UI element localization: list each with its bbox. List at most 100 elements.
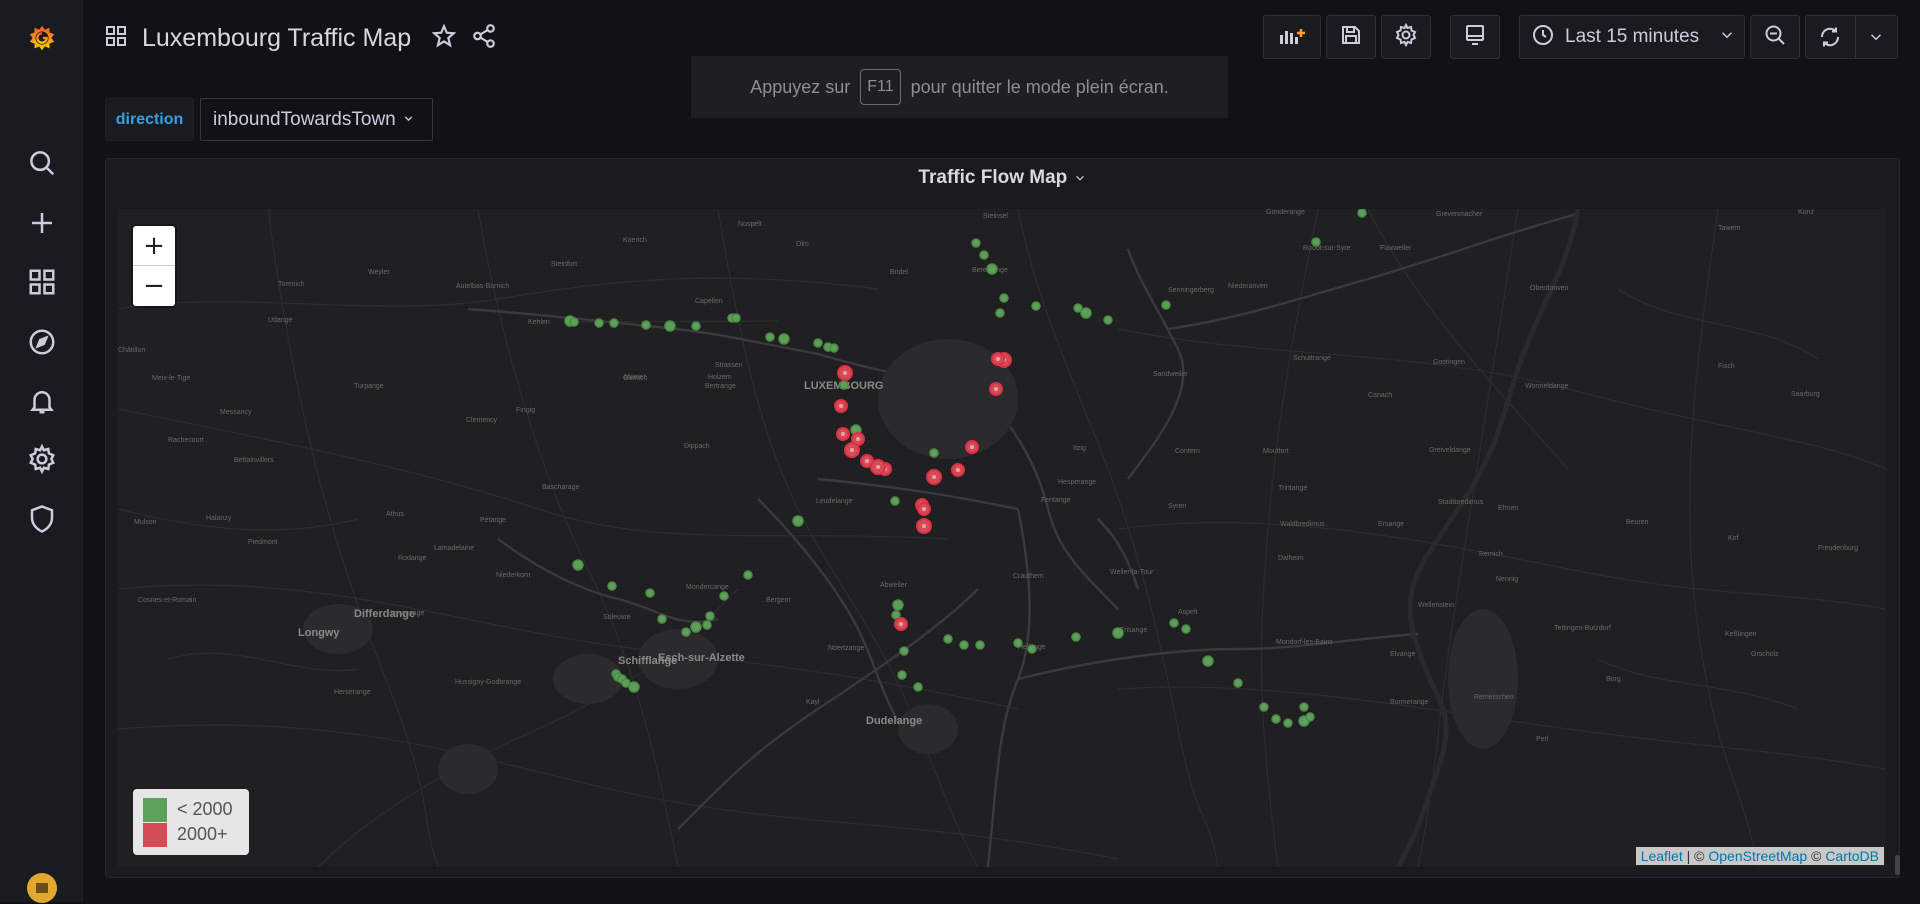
traffic-marker-low[interactable]: [959, 640, 969, 650]
traffic-marker-low[interactable]: [705, 611, 715, 621]
zoom-out-button[interactable]: −: [133, 266, 175, 306]
add-panel-button[interactable]: [1263, 15, 1321, 59]
time-picker-button[interactable]: Last 15 minutes: [1519, 15, 1745, 59]
traffic-marker-low[interactable]: [1259, 702, 1269, 712]
traffic-marker-low[interactable]: [943, 634, 953, 644]
star-icon[interactable]: [431, 23, 457, 54]
share-icon[interactable]: [471, 23, 497, 54]
traffic-marker-low[interactable]: [813, 338, 823, 348]
traffic-marker-low[interactable]: [1080, 307, 1092, 319]
traffic-map[interactable]: LUXEMBOURG Differdange Esch-sur-Alzette …: [118, 209, 1886, 867]
traffic-marker-low[interactable]: [778, 333, 790, 345]
grafana-logo-icon[interactable]: [0, 12, 83, 64]
traffic-marker-low[interactable]: [929, 448, 939, 458]
traffic-marker-high-core: [970, 445, 974, 449]
openstreetmap-link[interactable]: OpenStreetMap: [1708, 848, 1807, 864]
traffic-marker-low[interactable]: [995, 308, 1005, 318]
panel-title[interactable]: Traffic Flow Map: [106, 167, 1899, 189]
avatar[interactable]: [0, 872, 83, 903]
traffic-marker-low[interactable]: [609, 318, 619, 328]
traffic-marker-low[interactable]: [641, 320, 651, 330]
fullscreen-hint-prefix: Appuyez sur: [750, 76, 851, 97]
traffic-marker-low[interactable]: [1071, 632, 1081, 642]
traffic-marker-low[interactable]: [829, 343, 839, 353]
traffic-marker-low[interactable]: [890, 496, 900, 506]
traffic-marker-low[interactable]: [1103, 315, 1113, 325]
traffic-marker-low[interactable]: [743, 570, 753, 580]
traffic-marker-low[interactable]: [1181, 624, 1191, 634]
traffic-marker-low[interactable]: [569, 317, 579, 327]
traffic-marker-low[interactable]: [979, 250, 989, 260]
cycle-view-mode-button[interactable]: [1450, 15, 1500, 59]
traffic-marker-low[interactable]: [999, 293, 1009, 303]
search-icon[interactable]: [0, 137, 83, 189]
traffic-marker-low[interactable]: [1283, 718, 1293, 728]
chevron-down-icon[interactable]: [1856, 28, 1897, 46]
traffic-marker-low[interactable]: [1311, 237, 1321, 247]
traffic-marker-low[interactable]: [645, 588, 655, 598]
scrollbar[interactable]: [1895, 855, 1900, 875]
traffic-marker-high-core: [956, 468, 960, 472]
traffic-marker-low[interactable]: [1161, 300, 1171, 310]
traffic-marker-low[interactable]: [1271, 714, 1281, 724]
traffic-marker-low[interactable]: [691, 321, 701, 331]
traffic-marker-low[interactable]: [913, 682, 923, 692]
traffic-marker-low[interactable]: [792, 515, 804, 527]
page-title[interactable]: Luxembourg Traffic Map: [142, 24, 411, 53]
traffic-marker-low[interactable]: [1233, 678, 1243, 688]
traffic-marker-low[interactable]: [897, 670, 907, 680]
traffic-marker-low[interactable]: [1305, 712, 1315, 722]
cartodb-link[interactable]: CartoDB: [1825, 848, 1879, 864]
traffic-marker-high-core: [899, 622, 903, 626]
zoom-in-button[interactable]: +: [133, 226, 175, 266]
traffic-marker-low[interactable]: [1112, 627, 1124, 639]
traffic-marker-low[interactable]: [975, 640, 985, 650]
traffic-marker-low[interactable]: [628, 681, 640, 693]
traffic-marker-low[interactable]: [1031, 301, 1041, 311]
traffic-marker-low[interactable]: [690, 621, 702, 633]
traffic-marker-low[interactable]: [1027, 644, 1037, 654]
traffic-marker-low[interactable]: [572, 559, 584, 571]
zoom-out-time-button[interactable]: [1750, 15, 1800, 59]
traffic-marker-low[interactable]: [607, 581, 617, 591]
fullscreen-hint: Appuyez sur F11 pour quitter le mode ple…: [691, 56, 1228, 118]
traffic-marker-low[interactable]: [594, 318, 604, 328]
time-range-label: Last 15 minutes: [1565, 26, 1700, 47]
traffic-marker-low[interactable]: [664, 320, 676, 332]
traffic-marker-high-core: [865, 459, 869, 463]
traffic-marker-low[interactable]: [839, 380, 849, 390]
shield-icon[interactable]: [0, 493, 83, 545]
traffic-marker-low[interactable]: [892, 599, 904, 611]
traffic-marker-low[interactable]: [1299, 702, 1309, 712]
traffic-marker-low[interactable]: [657, 614, 667, 624]
traffic-marker-low[interactable]: [1169, 618, 1179, 628]
traffic-marker-low[interactable]: [702, 620, 712, 630]
fullscreen-hint-suffix: pour quitter le mode plein écran.: [910, 76, 1169, 97]
leaflet-link[interactable]: Leaflet: [1641, 848, 1683, 864]
traffic-marker-low[interactable]: [765, 332, 775, 342]
variable-value: inboundTowardsTown: [213, 108, 396, 130]
dashboards-icon[interactable]: [0, 256, 83, 308]
bell-icon[interactable]: [0, 375, 83, 427]
refresh-button[interactable]: [1805, 15, 1898, 59]
traffic-marker-low[interactable]: [1013, 638, 1023, 648]
dashboards-icon[interactable]: [104, 24, 128, 53]
settings-button[interactable]: [1381, 15, 1431, 59]
traffic-marker-high-core: [841, 432, 845, 436]
traffic-marker-low[interactable]: [681, 627, 691, 637]
traffic-marker-low[interactable]: [719, 591, 729, 601]
explore-icon[interactable]: [0, 316, 83, 368]
traffic-marker-low[interactable]: [899, 646, 909, 656]
map-legend: < 2000 2000+: [133, 789, 249, 855]
gear-icon[interactable]: [0, 433, 83, 485]
attribution-separator: | ©: [1682, 848, 1709, 864]
plus-icon[interactable]: [0, 197, 83, 249]
save-button[interactable]: [1326, 15, 1376, 59]
traffic-marker-high-core: [994, 387, 998, 391]
variable-select[interactable]: inboundTowardsTown: [200, 98, 433, 141]
traffic-marker-low[interactable]: [1202, 655, 1214, 667]
traffic-marker-low[interactable]: [971, 238, 981, 248]
traffic-marker-low[interactable]: [731, 313, 741, 323]
traffic-marker-low[interactable]: [986, 263, 998, 275]
traffic-marker-low[interactable]: [1357, 209, 1367, 218]
